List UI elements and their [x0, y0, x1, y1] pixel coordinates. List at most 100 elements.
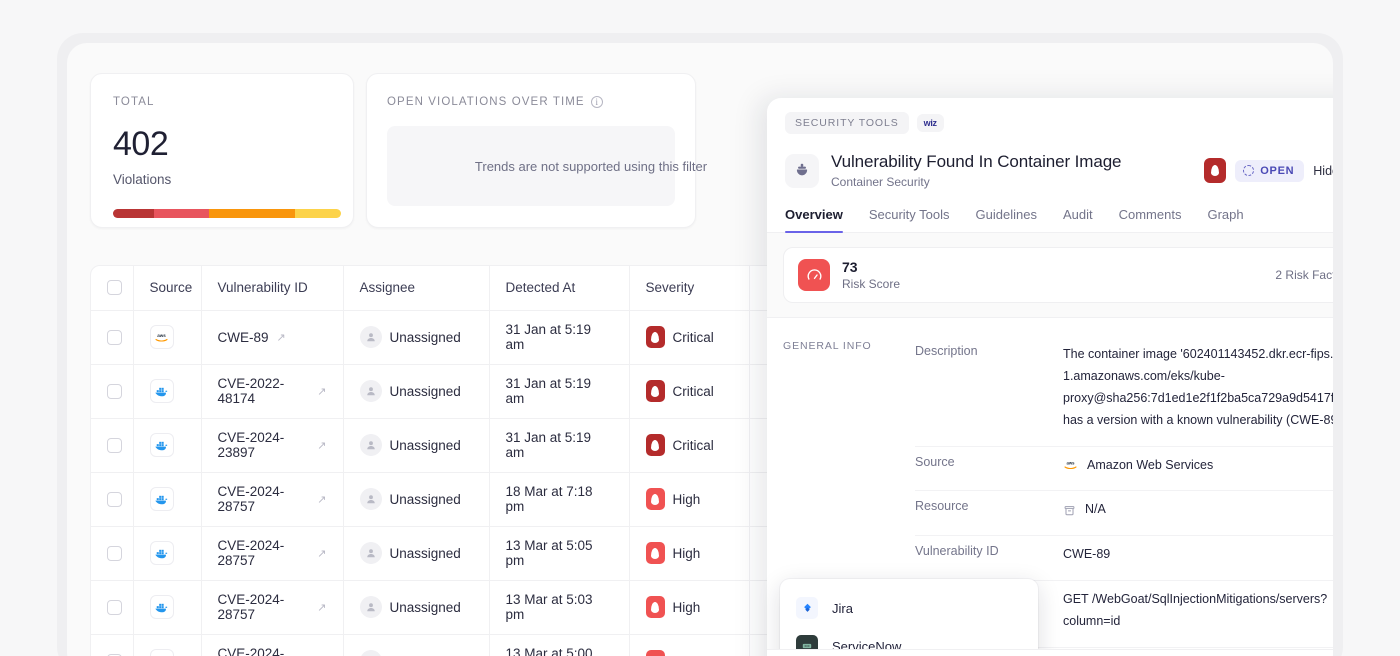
aws-icon: aws	[149, 325, 174, 349]
cell-source	[133, 364, 202, 419]
container-security-icon	[785, 153, 819, 188]
panel-title-row: Vulnerability Found In Container Image C…	[785, 152, 1333, 189]
row-checkbox[interactable]	[107, 491, 122, 507]
row-select-cell	[91, 310, 134, 365]
flame-icon	[651, 331, 659, 343]
column-header-severity[interactable]: Severity	[629, 266, 750, 311]
flame-icon	[651, 439, 659, 451]
severity-segment-critical	[113, 209, 155, 218]
violation-detail-panel: SECURITY TOOLS wiz ✕ Vulnerability Found…	[767, 98, 1333, 656]
cell-severity: Critical	[629, 364, 750, 419]
docker-icon	[149, 487, 174, 511]
risk-factors-label: 2 Risk Factors	[1275, 268, 1333, 282]
panel-footer: Ignore	[767, 649, 1333, 656]
cell-severity: High	[629, 634, 750, 656]
cell-source	[133, 634, 202, 656]
row-checkbox[interactable]	[107, 437, 122, 453]
panel-subtitle: Container Security	[831, 175, 930, 189]
avatar	[359, 650, 382, 656]
breadcrumb-security-tools[interactable]: SECURITY TOOLS	[785, 112, 909, 134]
tab-security-tools[interactable]: Security Tools	[869, 207, 950, 232]
cell-vulnerability-id: CVE-2024-28757↗	[201, 634, 344, 656]
screenshot-root: TOTAL 402 Violations OPEN VIOLATIONS OVE…	[0, 0, 1400, 656]
info-icon[interactable]: i	[590, 96, 603, 108]
cell-vulnerability-id: CVE-2024-28757↗	[201, 526, 344, 581]
tab-graph[interactable]: Graph	[1207, 207, 1243, 232]
total-card-label: TOTAL	[113, 96, 155, 108]
info-value: GET /WebGoat/SqlInjectionMitigations/ser…	[1063, 589, 1333, 633]
external-link-icon[interactable]: ↗	[317, 385, 326, 398]
external-link-icon[interactable]: ↗	[317, 601, 326, 614]
severity-badge	[645, 326, 665, 348]
cell-detected-at: 31 Jan at 5:19 am	[489, 310, 630, 365]
aws-icon: aws	[1063, 459, 1078, 471]
severity-label: High	[672, 491, 701, 507]
row-checkbox[interactable]	[107, 329, 122, 345]
column-header-source[interactable]: Source	[133, 266, 202, 311]
cell-assignee: Unassigned	[343, 472, 490, 527]
tab-audit[interactable]: Audit	[1063, 207, 1093, 232]
select-all-cell	[91, 266, 134, 311]
row-checkbox[interactable]	[107, 545, 122, 561]
status-badge[interactable]: OPEN	[1235, 159, 1305, 182]
severity-badge	[645, 488, 665, 510]
row-select-cell	[91, 580, 134, 635]
cell-vulnerability-id: CVE-2022-48174 ↗	[201, 364, 344, 419]
assignee-name: Unassigned	[389, 437, 461, 453]
cell-detected-at: 13 Mar at 5:05 pm	[489, 526, 630, 581]
cell-assignee: Unassigned	[343, 580, 490, 635]
tab-guidelines[interactable]: Guidelines	[976, 207, 1037, 232]
total-violations-value: 402	[113, 125, 169, 163]
severity-badge	[1204, 158, 1227, 183]
docker-icon	[149, 595, 174, 619]
row-checkbox[interactable]	[107, 599, 122, 615]
severity-segment-medium	[208, 209, 296, 218]
severity-badge	[645, 596, 665, 618]
cell-assignee: Unassigned	[343, 526, 490, 581]
cell-source	[133, 418, 202, 473]
avatar	[359, 542, 382, 564]
info-value-text: N/A	[1085, 502, 1106, 517]
external-link-icon[interactable]: ↗	[317, 547, 326, 560]
cell-severity: High	[629, 580, 750, 635]
avatar	[359, 488, 382, 510]
docker-icon	[149, 379, 174, 403]
column-header-assignee[interactable]: Assignee	[343, 266, 490, 311]
info-value-text: GET /WebGoat/SqlInjectionMitigations/ser…	[1063, 592, 1328, 628]
flame-icon	[651, 601, 659, 613]
cell-vulnerability-id: CVE-2024-28757↗	[201, 472, 344, 527]
row-checkbox[interactable]	[107, 383, 122, 399]
tab-overview[interactable]: Overview	[785, 207, 843, 233]
risk-gauge-icon	[798, 259, 830, 291]
cell-vulnerability-id: CVE-2024-28757↗	[201, 580, 344, 635]
cell-severity: High	[629, 472, 750, 527]
external-link-icon[interactable]: ↗	[317, 493, 326, 506]
risk-score-caption: Risk Score	[842, 277, 901, 291]
info-key: Vulnerability ID	[915, 544, 999, 559]
select-all-checkbox[interactable]	[107, 280, 122, 296]
avatar	[359, 434, 382, 456]
avatar	[359, 380, 382, 402]
app-content-area: TOTAL 402 Violations OPEN VIOLATIONS OVE…	[67, 43, 1333, 656]
cell-vulnerability-id: CWE-89 ↗	[201, 310, 344, 365]
flame-icon	[651, 493, 659, 505]
severity-label: High	[672, 545, 701, 561]
vulnerability-id-text: CVE-2024-28757	[217, 646, 285, 656]
external-link-icon[interactable]: ↗	[317, 439, 326, 452]
dropdown-item-jira[interactable]: Jira	[780, 589, 1038, 627]
cell-source	[133, 580, 202, 635]
cell-source	[133, 526, 202, 581]
docker-icon	[149, 433, 174, 457]
cell-detected-at: 31 Jan at 5:19 am	[489, 364, 630, 419]
risk-factors-link[interactable]: 2 Risk Factors ▶	[1275, 268, 1333, 282]
severity-label: Critical	[672, 437, 714, 453]
external-link-icon[interactable]: ↗	[277, 331, 286, 344]
severity-label: Critical	[672, 329, 714, 345]
cell-assignee: Unassigned	[343, 310, 490, 365]
status-ring-icon	[1243, 165, 1255, 176]
column-header-vulnerability-id[interactable]: Vulnerability ID	[201, 266, 344, 311]
column-header-detected-at[interactable]: Detected At	[489, 266, 630, 311]
tab-comments[interactable]: Comments	[1119, 207, 1182, 232]
panel-header: SECURITY TOOLS wiz ✕ Vulnerability Found…	[767, 98, 1333, 189]
wiz-vendor-badge[interactable]: wiz	[916, 114, 944, 132]
